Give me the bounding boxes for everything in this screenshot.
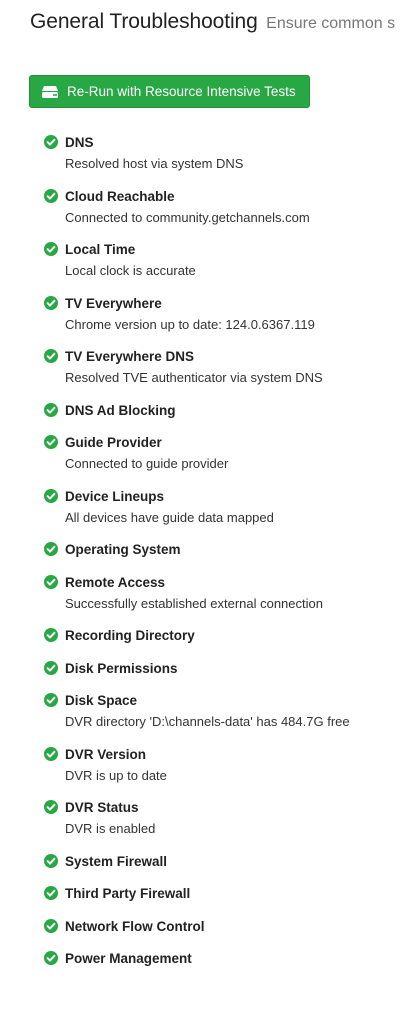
check-name: DNS: [65, 135, 94, 150]
check-text: Recording Directory: [65, 627, 195, 644]
check-name: Disk Space: [65, 693, 138, 708]
check-name: TV Everywhere DNS: [65, 349, 195, 364]
check-item: DNS Ad Blocking: [44, 402, 404, 419]
check-detail: Connected to guide provider: [65, 456, 229, 471]
check-circle-icon: [44, 435, 58, 449]
check-item: Device Lineups All devices have guide da…: [44, 488, 404, 526]
check-name: Network Flow Control: [65, 918, 205, 934]
check-circle-icon: [44, 188, 58, 203]
check-item: TV Everywhere Chrome version up to date:…: [44, 295, 404, 333]
check-text: Guide Provider Connected to guide provid…: [65, 434, 228, 472]
check-name: Guide Provider: [65, 435, 162, 450]
check-name: DVR Version: [65, 746, 147, 762]
check-detail: DVR directory 'D:\channels-data' has 484…: [65, 714, 350, 729]
check-circle-icon: [44, 918, 58, 933]
check-item: Third Party Firewall: [44, 885, 404, 902]
check-name: System Firewall: [65, 853, 168, 869]
check-circle-icon: [44, 135, 58, 149]
check-text: Disk Permissions: [65, 660, 178, 677]
check-detail: Chrome version up to date: 124.0.6367.11…: [65, 316, 315, 332]
check-item: Disk Permissions: [44, 660, 404, 677]
check-detail: Local clock is accurate: [65, 263, 196, 278]
check-item: TV Everywhere DNS Resolved TVE authentic…: [44, 348, 404, 386]
check-text: DVR Version DVR is up to date: [65, 746, 167, 784]
check-text: Cloud Reachable Connected to community.g…: [65, 188, 310, 226]
page-subtitle: Ensure common s: [266, 15, 396, 32]
check-circle-icon: [44, 853, 58, 868]
checks-list: DNS Resolved host via system DNS Cloud R…: [44, 134, 404, 983]
check-circle-icon: [44, 693, 58, 707]
check-circle-icon: [44, 886, 58, 900]
check-item: Remote Access Successfully established e…: [44, 574, 404, 612]
check-name: Local Time: [65, 242, 136, 257]
check-circle-icon: [44, 488, 58, 503]
check-text: Device Lineups All devices have guide da…: [65, 488, 274, 526]
check-name: TV Everywhere: [65, 295, 162, 311]
check-name: Cloud Reachable: [65, 188, 175, 204]
check-item: Operating System: [44, 541, 404, 558]
check-name: Device Lineups: [65, 488, 165, 504]
check-circle-icon: [44, 800, 58, 814]
server-icon: [41, 85, 59, 99]
page-header: General Troubleshooting Ensure common s: [30, 10, 411, 34]
check-text: DNS Ad Blocking: [65, 402, 176, 419]
check-detail: DVR is up to date: [65, 767, 167, 783]
check-detail: Resolved host via system DNS: [65, 156, 244, 171]
check-item: Guide Provider Connected to guide provid…: [44, 434, 404, 472]
check-item: DVR Status DVR is enabled: [44, 799, 404, 837]
check-circle-icon: [44, 951, 58, 965]
check-detail: Successfully established external connec…: [65, 595, 323, 611]
check-item: Local Time Local clock is accurate: [44, 241, 404, 279]
check-detail: DVR is enabled: [65, 821, 156, 836]
rerun-tests-button[interactable]: Re-Run with Resource Intensive Tests: [29, 75, 310, 108]
check-circle-icon: [44, 660, 58, 675]
check-detail: Resolved TVE authenticator via system DN…: [65, 370, 323, 385]
check-circle-icon: [44, 628, 58, 642]
check-name: DNS Ad Blocking: [65, 402, 176, 418]
check-name: Recording Directory: [65, 628, 195, 643]
check-text: Disk Space DVR directory 'D:\channels-da…: [65, 692, 350, 730]
check-circle-icon: [44, 402, 58, 417]
check-text: Remote Access Successfully established e…: [65, 574, 323, 612]
check-text: Local Time Local clock is accurate: [65, 241, 196, 279]
check-item: DVR Version DVR is up to date: [44, 746, 404, 784]
check-item: Network Flow Control: [44, 918, 404, 935]
check-text: TV Everywhere Chrome version up to date:…: [65, 295, 315, 333]
check-circle-icon: [44, 574, 58, 589]
check-name: Power Management: [65, 951, 192, 966]
check-text: Power Management: [65, 950, 192, 967]
check-text: DNS Resolved host via system DNS: [65, 134, 243, 172]
check-item: System Firewall: [44, 853, 404, 870]
check-name: DVR Status: [65, 800, 139, 815]
check-item: Disk Space DVR directory 'D:\channels-da…: [44, 692, 404, 730]
check-circle-icon: [44, 349, 58, 363]
check-name: Remote Access: [65, 574, 166, 590]
check-item: Recording Directory: [44, 627, 404, 644]
check-circle-icon: [44, 542, 58, 556]
check-text: DVR Status DVR is enabled: [65, 799, 155, 837]
check-name: Operating System: [65, 542, 181, 557]
check-text: TV Everywhere DNS Resolved TVE authentic…: [65, 348, 323, 386]
check-circle-icon: [44, 242, 58, 256]
check-text: System Firewall: [65, 853, 167, 870]
check-detail: All devices have guide data mapped: [65, 509, 274, 525]
check-name: Third Party Firewall: [65, 886, 191, 901]
check-detail: Connected to community.getchannels.com: [65, 209, 310, 225]
rerun-tests-label: Re-Run with Resource Intensive Tests: [67, 84, 296, 99]
check-item: Cloud Reachable Connected to community.g…: [44, 188, 404, 226]
check-text: Operating System: [65, 541, 181, 558]
check-circle-icon: [44, 746, 58, 761]
check-text: Third Party Firewall: [65, 885, 190, 902]
check-circle-icon: [44, 295, 58, 310]
check-text: Network Flow Control: [65, 918, 205, 935]
check-name: Disk Permissions: [65, 660, 178, 676]
check-item: DNS Resolved host via system DNS: [44, 134, 404, 172]
page-title: General Troubleshooting: [30, 10, 258, 33]
check-item: Power Management: [44, 950, 404, 967]
